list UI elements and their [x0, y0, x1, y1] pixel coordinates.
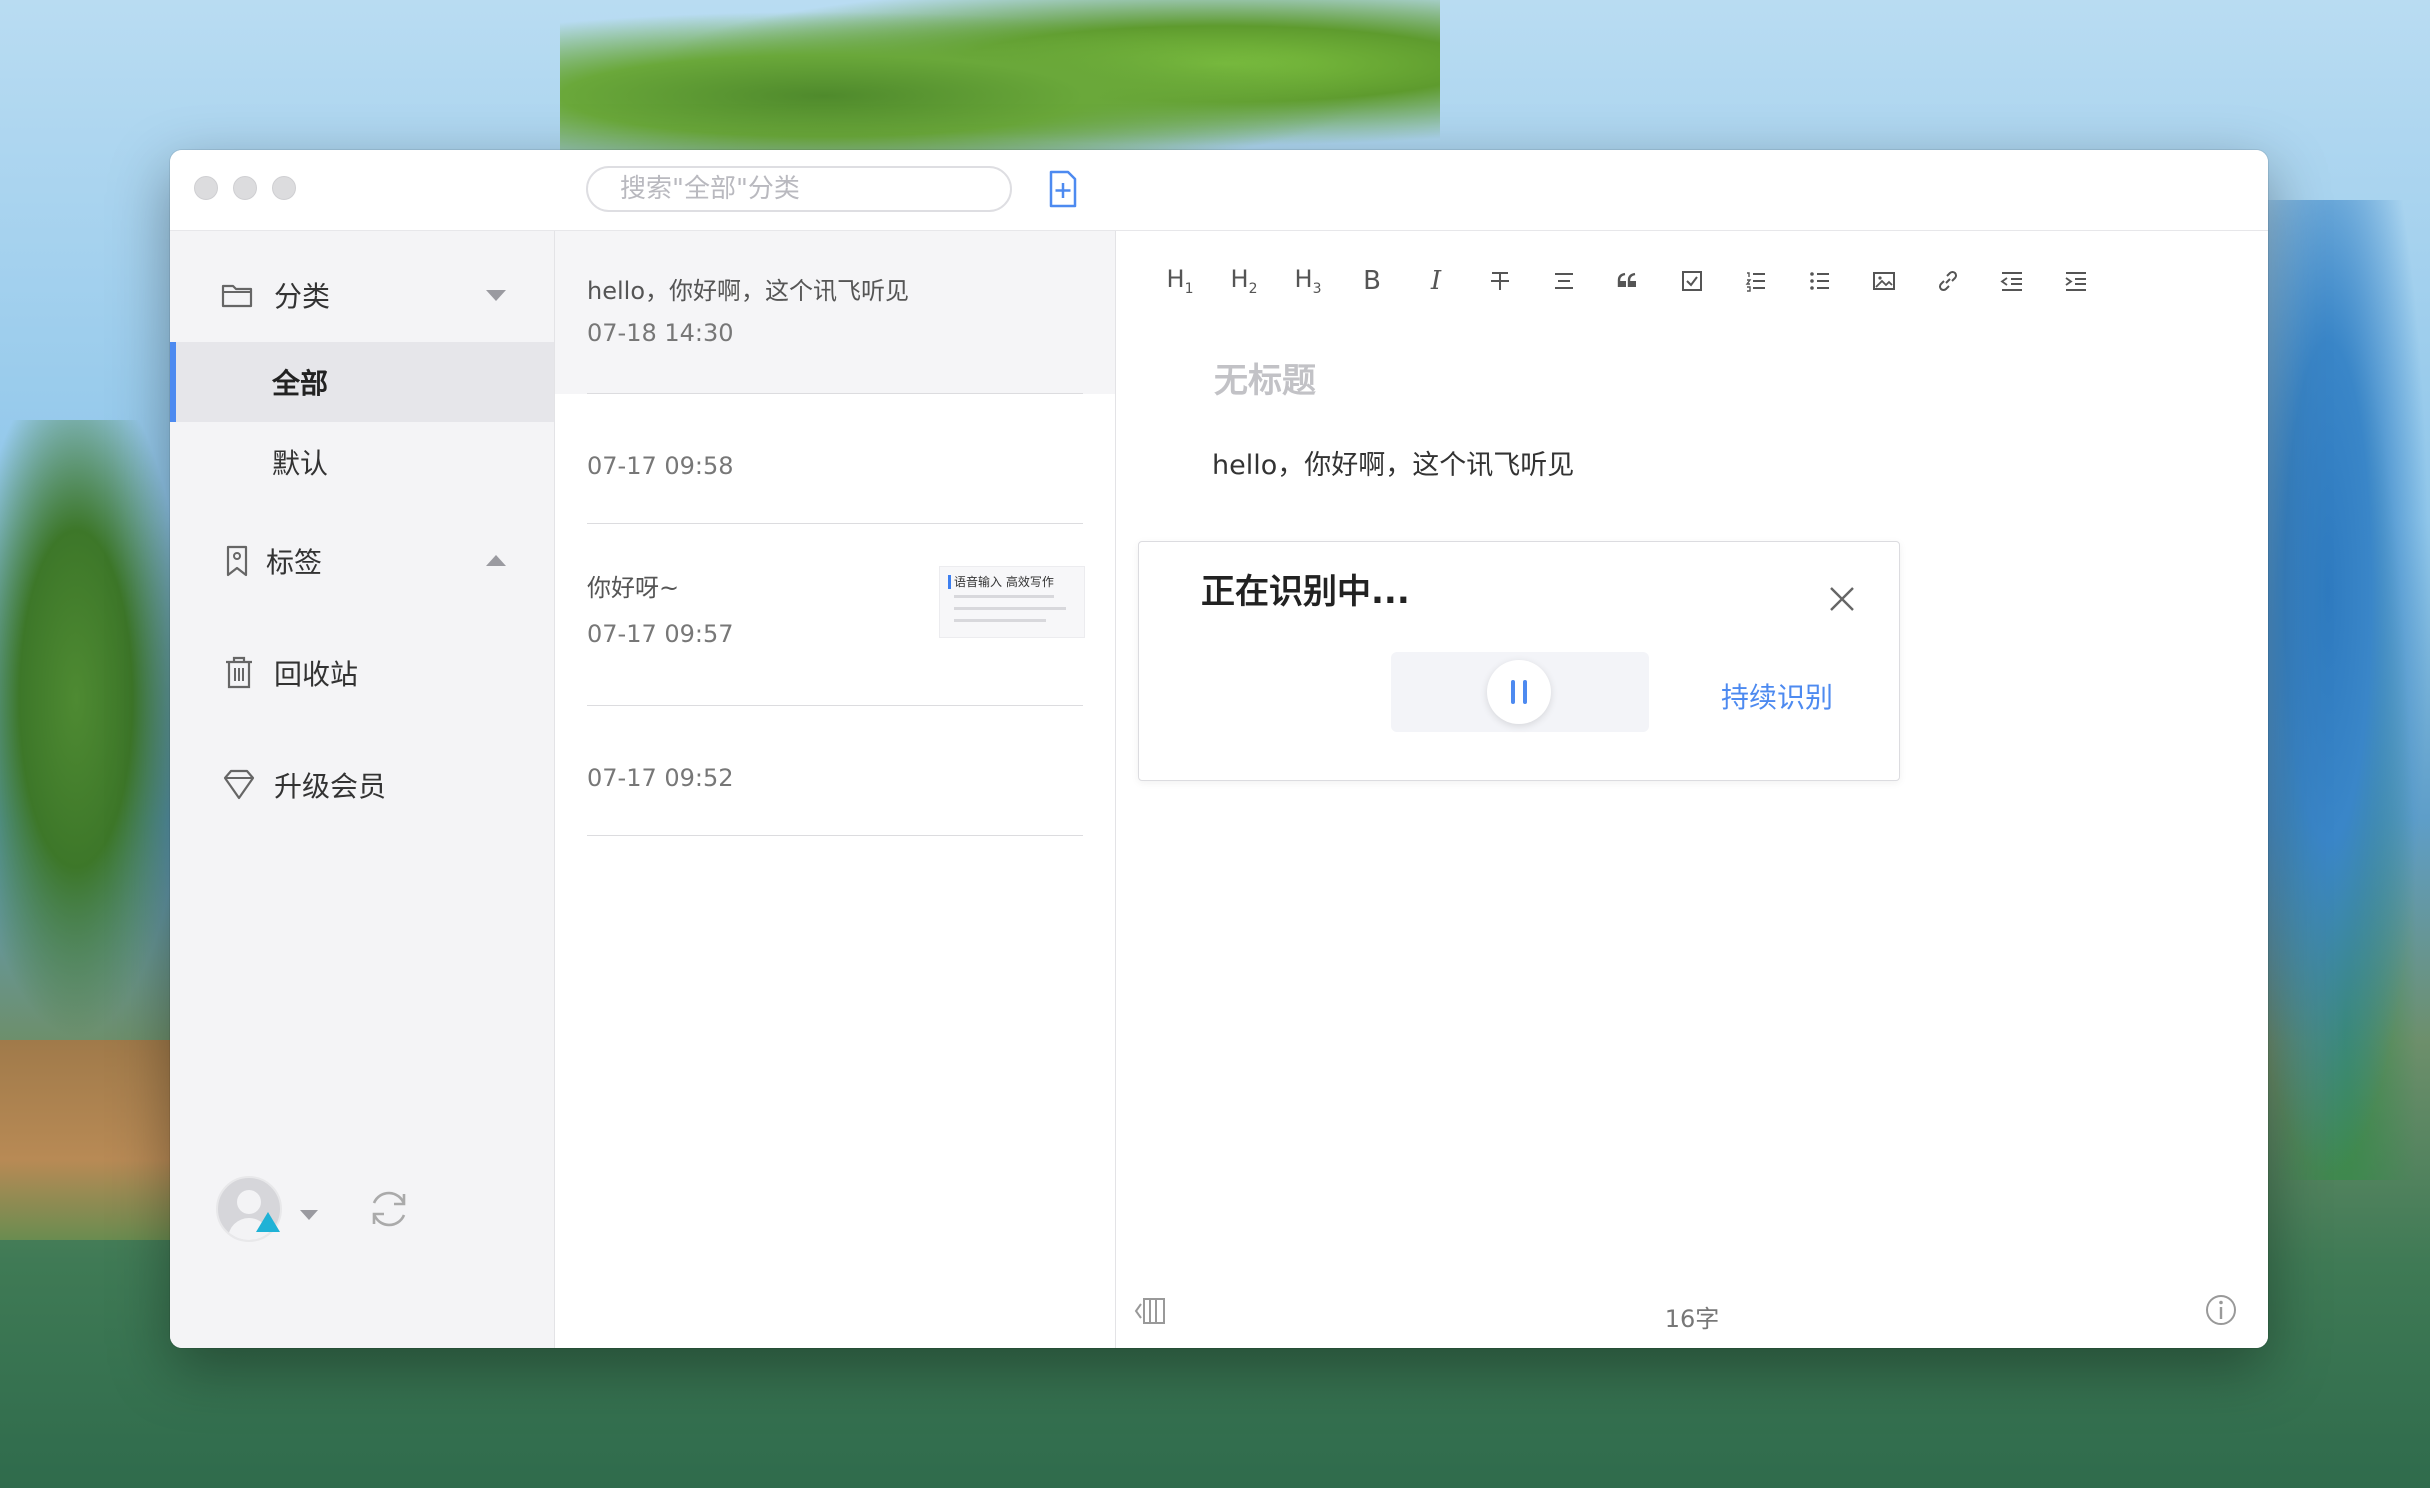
heading2-button[interactable]: H2: [1212, 259, 1276, 303]
sidebar-trash[interactable]: 回收站: [170, 633, 554, 713]
recognition-status: 正在识别中...: [1201, 572, 1410, 612]
sidebar-item-all[interactable]: 全部: [170, 342, 554, 422]
pause-button[interactable]: [1487, 660, 1551, 724]
italic-button[interactable]: I: [1404, 259, 1468, 303]
bold-button[interactable]: B: [1340, 259, 1404, 303]
continuous-recognition-button[interactable]: 持续识别: [1721, 676, 1833, 716]
window-zoom-button[interactable]: [272, 176, 296, 200]
bullet-list-icon[interactable]: [1788, 259, 1852, 303]
pause-icon: [1523, 680, 1527, 704]
background-ground: [0, 1040, 190, 1240]
new-note-icon[interactable]: [1048, 170, 1078, 208]
close-icon[interactable]: [1827, 584, 1857, 614]
heading3-button[interactable]: H3: [1276, 259, 1340, 303]
titlebar: 搜索"全部"分类: [170, 150, 2268, 231]
note-title: hello，你好啊，这个讯飞听见: [587, 277, 909, 305]
recognition-controls: [1391, 652, 1649, 732]
diamond-icon: [223, 769, 255, 800]
sidebar-upgrade-label: 升级会员: [274, 770, 387, 803]
note-date: 07-18 14:30: [587, 319, 734, 347]
list-item[interactable]: 07-17 09:52: [555, 706, 1115, 836]
note-title: 你好呀~: [587, 574, 680, 602]
list-item[interactable]: 07-17 09:58: [555, 394, 1115, 524]
outdent-icon[interactable]: [1980, 259, 2044, 303]
chevron-down-icon[interactable]: [300, 1210, 318, 1220]
pause-icon: [1511, 680, 1515, 704]
ordered-list-icon[interactable]: [1724, 259, 1788, 303]
note-list: hello，你好啊，这个讯飞听见 07-18 14:30 07-17 09:58…: [555, 231, 1116, 1348]
window-minimize-button[interactable]: [233, 176, 257, 200]
sidebar-tags-header[interactable]: 标签: [170, 521, 554, 601]
info-icon[interactable]: [2204, 1293, 2238, 1327]
indent-icon[interactable]: [2044, 259, 2108, 303]
heading1-button[interactable]: H1: [1148, 259, 1212, 303]
sidebar-tags-label: 标签: [266, 546, 323, 579]
vip-badge-icon: [256, 1212, 280, 1232]
sidebar-upgrade[interactable]: 升级会员: [170, 745, 554, 825]
folder-icon: [221, 284, 253, 308]
thumbnail-title: 语音输入 高效写作: [954, 575, 1054, 589]
align-icon[interactable]: [1532, 259, 1596, 303]
note-date: 07-17 09:57: [587, 620, 734, 648]
note-body[interactable]: hello，你好啊，这个讯飞听见: [1212, 443, 1574, 482]
app-window: 搜索"全部"分类 分类 全部 默认 标签 回收站 升级会员 hello，你好啊，…: [170, 150, 2268, 1348]
quote-icon[interactable]: [1596, 259, 1660, 303]
checkbox-icon[interactable]: [1660, 259, 1724, 303]
sidebar: 分类 全部 默认 标签 回收站 升级会员: [170, 231, 555, 1348]
note-thumbnail: 语音输入 高效写作: [939, 566, 1085, 638]
sidebar-item-label: 默认: [272, 447, 329, 480]
chevron-down-icon[interactable]: [486, 290, 506, 301]
list-item[interactable]: 你好呀~ 07-17 09:57 语音输入 高效写作: [555, 524, 1115, 706]
strikethrough-icon[interactable]: [1468, 259, 1532, 303]
sidebar-category-label: 分类: [274, 280, 331, 313]
list-item[interactable]: hello，你好啊，这个讯飞听见 07-18 14:30: [555, 231, 1115, 394]
sidebar-item-label: 全部: [272, 367, 329, 400]
search-input[interactable]: 搜索"全部"分类: [586, 166, 1012, 212]
sidebar-item-default[interactable]: 默认: [170, 422, 554, 502]
trash-icon: [226, 656, 252, 689]
speech-recognition-panel: 正在识别中... 持续识别: [1138, 541, 1900, 781]
avatar[interactable]: [216, 1176, 282, 1242]
sidebar-category-header[interactable]: 分类: [170, 255, 554, 335]
tag-icon: [226, 545, 248, 577]
editor-toolbar: H1 H2 H3 B I: [1148, 259, 2108, 303]
editor: H1 H2 H3 B I 无标题 hello，你好啊，这个讯飞听见 正在识别中.…: [1116, 231, 2268, 1348]
sidebar-trash-label: 回收站: [274, 658, 359, 691]
background-foliage-top: [560, 0, 1440, 160]
background-foliage-right: [2260, 200, 2430, 1180]
sync-icon[interactable]: [366, 1186, 412, 1232]
background-foliage-left: [0, 420, 190, 1040]
divider: [587, 835, 1083, 836]
word-count: 16字: [1664, 1305, 1720, 1333]
chevron-up-icon[interactable]: [486, 555, 506, 566]
note-date: 07-17 09:52: [587, 764, 734, 792]
link-icon[interactable]: [1916, 259, 1980, 303]
window-close-button[interactable]: [194, 176, 218, 200]
note-title-input[interactable]: 无标题: [1214, 353, 1316, 402]
image-icon[interactable]: [1852, 259, 1916, 303]
note-date: 07-17 09:58: [587, 452, 734, 480]
